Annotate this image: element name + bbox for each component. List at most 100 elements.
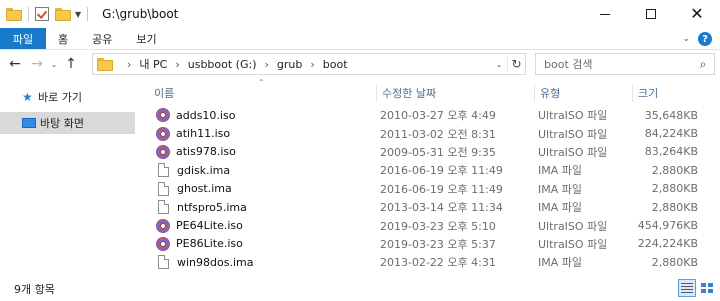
file-name-cell: ghost.ima: [156, 180, 232, 198]
disc-image-icon: [156, 144, 170, 159]
file-row[interactable]: atih11.iso 2011-03-02 오전 8:31 UltraISO 파…: [150, 124, 710, 142]
file-name: ghost.ima: [177, 182, 232, 196]
file-size: 2,880KB: [651, 200, 698, 214]
column-divider[interactable]: [376, 84, 377, 102]
search-input[interactable]: boot 검색: [544, 56, 692, 72]
properties-check-icon[interactable]: [35, 7, 49, 21]
file-name: gdisk.ima: [177, 163, 231, 177]
address-bar[interactable]: › 내 PC › usbboot (G:) › grub › boot ⌄ ↻: [92, 53, 526, 75]
file-date: 2009-05-31 오전 9:35: [380, 145, 496, 159]
column-header-name[interactable]: 이름: [150, 82, 376, 104]
search-box[interactable]: boot 검색 ⌕: [535, 53, 715, 75]
tab-home[interactable]: 홈: [46, 28, 80, 49]
disc-image-icon: [156, 126, 170, 141]
breadcrumb-this-pc[interactable]: 내 PC: [139, 56, 167, 72]
new-folder-icon[interactable]: [55, 7, 71, 21]
file-name-cell: win98dos.ima: [156, 253, 253, 271]
file-date: 2013-02-22 오후 4:31: [380, 256, 496, 270]
column-headers: 이름 수정한 날짜 유형 크기: [150, 82, 710, 104]
window-controls: ✕: [582, 0, 720, 28]
file-icon: [158, 181, 169, 196]
maximize-button[interactable]: [628, 0, 674, 28]
sidebar-item-desktop[interactable]: 바탕 화면: [0, 112, 135, 134]
breadcrumb-usbboot[interactable]: usbboot (G:): [188, 58, 257, 71]
star-icon: ★: [22, 90, 33, 104]
sidebar-item-label: 바로 가기: [38, 91, 82, 104]
breadcrumb-separator-icon[interactable]: ›: [175, 58, 179, 71]
maximize-icon: [646, 9, 656, 19]
folder-icon[interactable]: [6, 7, 22, 21]
breadcrumb-separator-icon[interactable]: ›: [265, 58, 269, 71]
desktop-icon: [22, 118, 36, 128]
file-icon: [158, 255, 169, 270]
sidebar-item-quick-access[interactable]: ★ 바로 가기: [0, 86, 135, 108]
toolbar-divider: [28, 7, 29, 21]
file-row[interactable]: gdisk.ima 2016-06-19 오후 11:49 IMA 파일 2,8…: [150, 161, 710, 179]
file-type: IMA 파일: [538, 182, 582, 196]
minimize-icon: [600, 13, 610, 15]
expand-ribbon-icon[interactable]: ⌄: [682, 34, 690, 44]
up-button[interactable]: ↑: [60, 53, 82, 75]
file-name-cell: adds10.iso: [156, 106, 235, 124]
file-type: IMA 파일: [538, 164, 582, 178]
breadcrumb-grub[interactable]: grub: [277, 58, 302, 71]
file-row[interactable]: PE86Lite.iso 2019-03-23 오후 5:37 UltraISO…: [150, 235, 710, 253]
arrow-right-icon: →: [31, 56, 43, 72]
file-size: 454,976KB: [637, 219, 698, 233]
recent-locations-dropdown[interactable]: ⌄: [48, 60, 60, 69]
file-row[interactable]: PE64Lite.iso 2019-03-23 오후 5:10 UltraISO…: [150, 216, 710, 234]
tab-file[interactable]: 파일: [0, 28, 46, 49]
file-row[interactable]: win98dos.ima 2013-02-22 오후 4:31 IMA 파일 2…: [150, 253, 710, 271]
file-size: 2,880KB: [651, 182, 698, 196]
minimize-button[interactable]: [582, 0, 628, 28]
file-name: win98dos.ima: [177, 255, 254, 269]
breadcrumb-separator-icon[interactable]: ›: [127, 58, 131, 71]
tab-share[interactable]: 공유: [80, 28, 124, 49]
column-divider[interactable]: [632, 84, 633, 102]
address-bar-controls: ⌄ ↻: [491, 54, 525, 74]
tab-view[interactable]: 보기: [124, 28, 168, 49]
file-icon: [158, 200, 169, 215]
close-button[interactable]: ✕: [674, 0, 720, 28]
back-button[interactable]: ←: [4, 53, 26, 75]
large-icons-view-button[interactable]: [698, 279, 716, 297]
close-icon: ✕: [690, 4, 704, 23]
file-row[interactable]: adds10.iso 2010-03-27 오후 4:49 UltraISO 파…: [150, 106, 710, 124]
view-switcher: [678, 279, 716, 297]
file-row[interactable]: atis978.iso 2009-05-31 오전 9:35 UltraISO …: [150, 143, 710, 161]
breadcrumb-boot[interactable]: boot: [323, 58, 348, 71]
file-size: 2,880KB: [651, 255, 698, 269]
file-list: ⌃ 이름 수정한 날짜 유형 크기 adds10.iso 2010-03-27 …: [150, 78, 710, 270]
search-icon[interactable]: ⌕: [692, 57, 714, 72]
file-date: 2016-06-19 오후 11:49: [380, 164, 503, 178]
file-size: 224,224KB: [637, 237, 698, 251]
file-type: UltraISO 파일: [538, 127, 608, 141]
file-name: adds10.iso: [176, 108, 236, 122]
file-row[interactable]: ghost.ima 2016-06-19 오후 11:49 IMA 파일 2,8…: [150, 180, 710, 198]
file-name-cell: PE86Lite.iso: [156, 235, 243, 253]
file-size: 2,880KB: [651, 163, 698, 177]
file-name-cell: atis978.iso: [156, 143, 236, 161]
refresh-icon[interactable]: ↻: [507, 57, 525, 71]
customize-dropdown-icon[interactable]: ▼: [75, 10, 81, 19]
breadcrumb-separator-icon[interactable]: ›: [310, 58, 314, 71]
arrow-up-icon: ↑: [65, 56, 77, 72]
file-name: PE64Lite.iso: [176, 219, 243, 233]
file-name: ntfspro5.ima: [177, 200, 247, 214]
file-row[interactable]: ntfspro5.ima 2013-03-14 오후 11:34 IMA 파일 …: [150, 198, 710, 216]
file-name: atih11.iso: [176, 127, 231, 141]
file-rows: adds10.iso 2010-03-27 오후 4:49 UltraISO 파…: [150, 106, 710, 272]
file-type: UltraISO 파일: [538, 109, 608, 123]
column-divider[interactable]: [534, 84, 535, 102]
details-view-button[interactable]: [678, 279, 696, 297]
file-type: UltraISO 파일: [538, 145, 608, 159]
file-size: 35,648KB: [644, 108, 698, 122]
file-date: 2019-03-23 오후 5:10: [380, 219, 496, 233]
column-header-date[interactable]: 수정한 날짜: [378, 82, 534, 104]
column-header-type[interactable]: 유형: [536, 82, 632, 104]
file-date: 2013-03-14 오후 11:34: [380, 201, 503, 215]
address-history-dropdown-icon[interactable]: ⌄: [491, 60, 507, 69]
column-header-size[interactable]: 크기: [634, 82, 704, 104]
forward-button[interactable]: →: [26, 53, 48, 75]
help-icon[interactable]: ?: [698, 32, 712, 46]
